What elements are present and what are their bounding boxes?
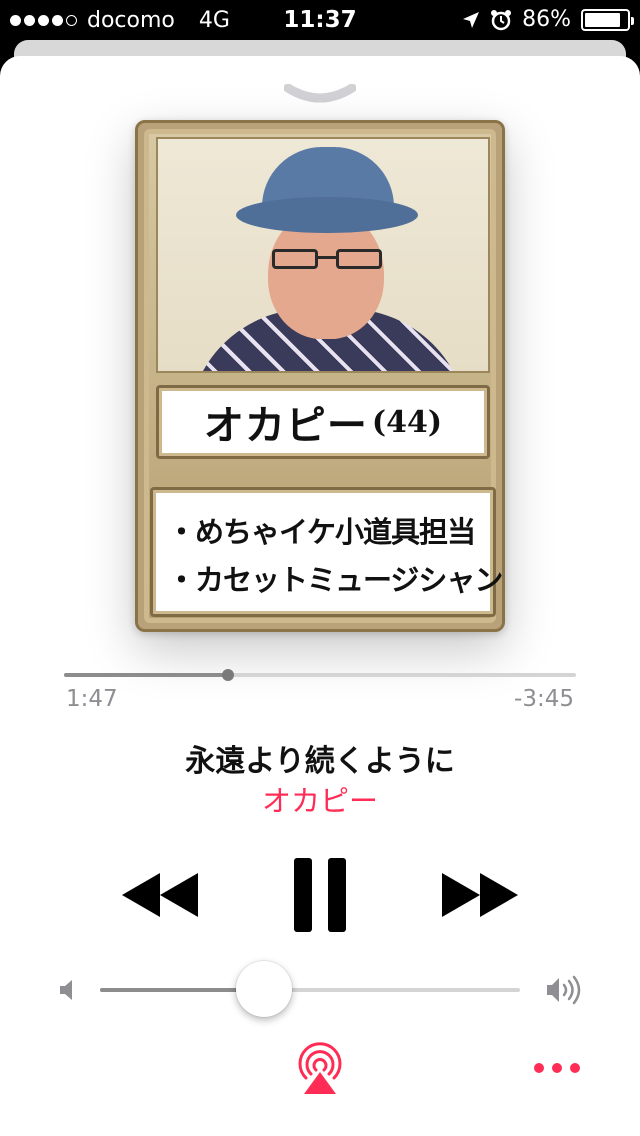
speaker-icon [60,980,72,1000]
battery-icon [581,8,634,31]
photo-hat-brim [236,197,418,233]
alarm-clock-icon [491,9,512,30]
status-right: 86% [462,7,634,32]
album-artwork: オカピー (44) ・めちゃイケ小道具担当 ・カセットミュージシャン [135,120,505,632]
fast-forward-icon [442,873,518,917]
rewind-button[interactable] [118,862,202,928]
remaining-time: -3:45 [514,686,574,712]
airplay-icon[interactable] [292,1040,348,1096]
artwork-name: オカピー [203,402,368,449]
volume-knob[interactable] [235,961,292,1017]
location-arrow-icon [463,11,480,28]
battery-level [585,12,621,27]
speaker-loud-icon [547,975,581,1005]
progress-fill [64,673,228,677]
photo-glasses [272,249,382,271]
chevron-down-icon[interactable] [284,84,356,104]
artwork-line: ・めちゃイケ小道具担当 [167,515,476,549]
more-icon-dot [570,1063,580,1073]
more-icon [534,1063,544,1073]
elapsed-time: 1:47 [66,686,118,712]
progress-knob[interactable] [221,669,234,681]
status-bar: docomo 4G 11:37 86% [0,0,640,40]
battery-percent: 86% [522,7,571,32]
fast-forward-button[interactable] [438,862,522,928]
artwork-description: ・めちゃイケ小道具担当 ・カセットミュージシャン [150,487,503,617]
artist-name[interactable]: オカピー [0,778,640,820]
artwork-line: ・カセットミュージシャン [167,563,503,597]
pause-button[interactable] [284,852,356,938]
more-button[interactable] [534,1056,580,1080]
rewind-icon [122,873,198,917]
artwork-name-plate: オカピー (44) [156,385,490,459]
more-icon-dot [552,1063,562,1073]
progress-scrubber[interactable] [64,669,576,681]
artist-photo [156,137,490,373]
song-title: 永遠より続くように [185,744,455,779]
volume-slider[interactable] [100,961,520,1017]
artwork-age: (44) [371,404,443,440]
pause-icon [294,858,346,932]
